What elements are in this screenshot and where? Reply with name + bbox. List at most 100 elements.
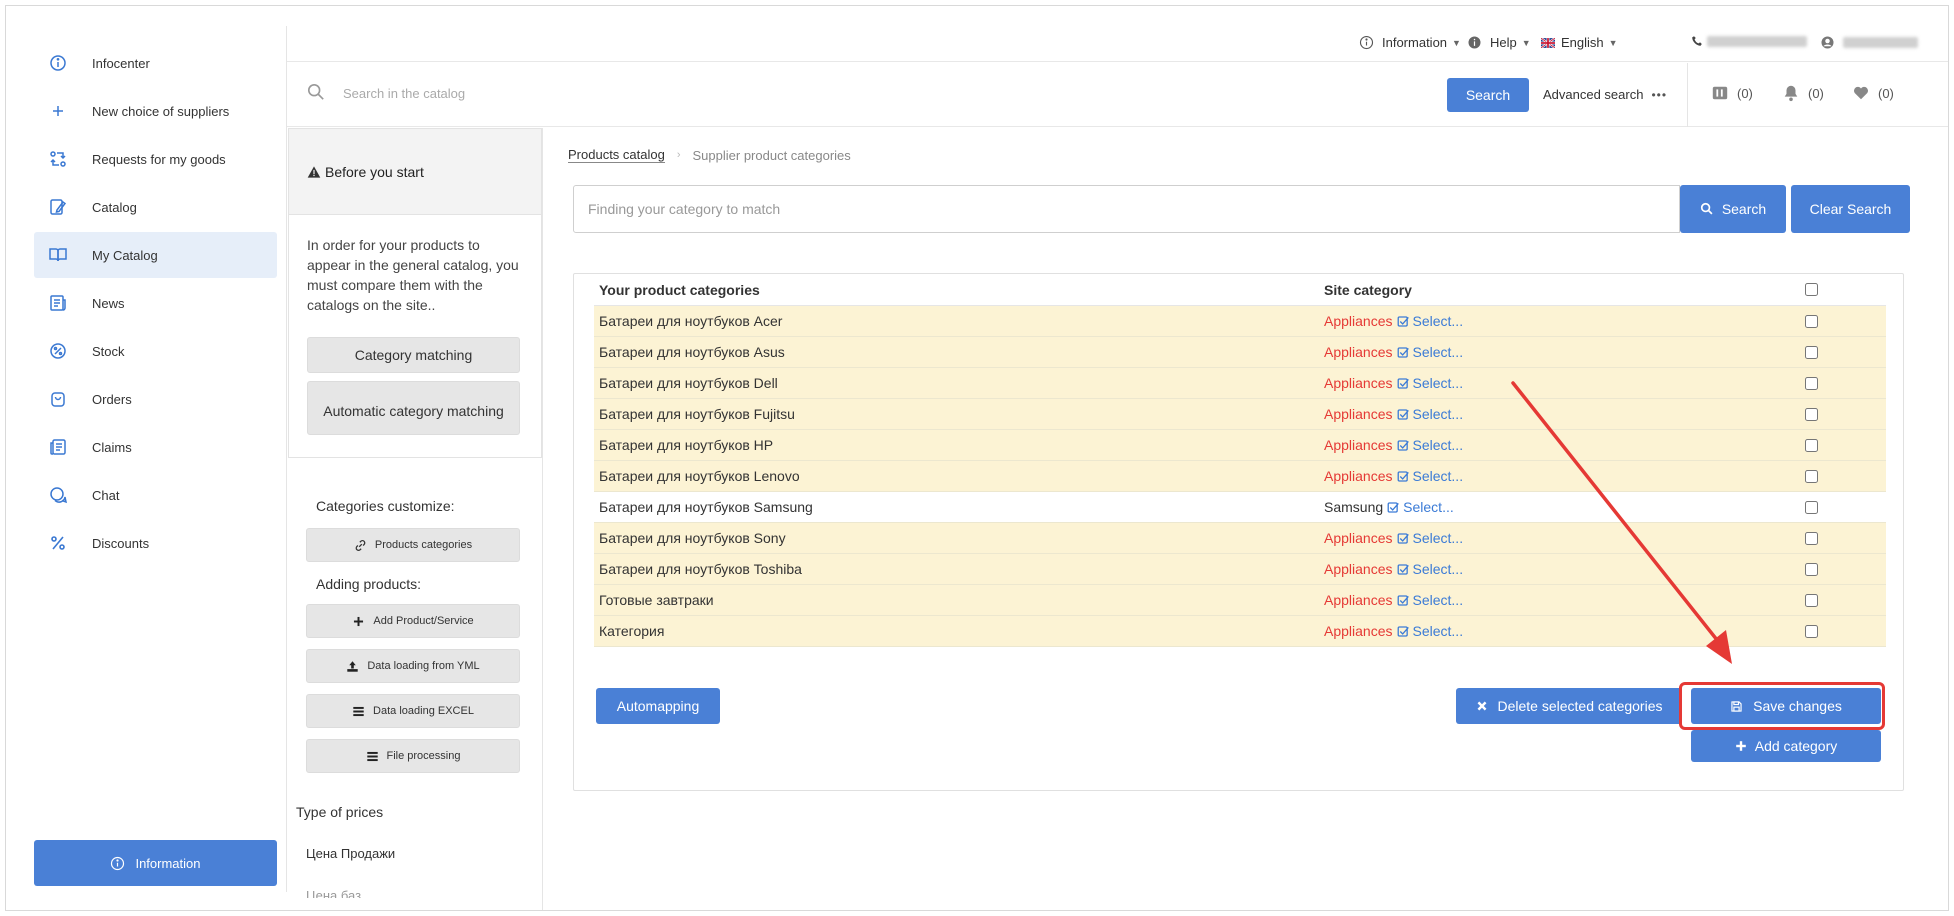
sidebar-item-news[interactable]: News bbox=[34, 280, 277, 326]
select-category-link[interactable]: Select... bbox=[1397, 623, 1463, 639]
list-icon bbox=[366, 751, 378, 761]
add-product-button[interactable]: Add Product/Service bbox=[306, 604, 520, 638]
help-menu[interactable]: Help ▼ bbox=[1467, 35, 1531, 50]
info-circle-icon bbox=[1359, 35, 1374, 50]
sidebar-item-stock[interactable]: Stock bbox=[34, 328, 277, 374]
information-menu[interactable]: Information ▼ bbox=[1359, 35, 1461, 50]
sidebar-item-chat[interactable]: Chat bbox=[34, 472, 277, 518]
sidebar-item-label: Requests for my goods bbox=[92, 151, 226, 167]
redacted-phone bbox=[1707, 35, 1807, 47]
add-category-button[interactable]: Add category bbox=[1691, 730, 1881, 762]
notifications-counter[interactable]: (0) bbox=[1782, 84, 1824, 102]
sidebar-item-claims[interactable]: Claims bbox=[34, 424, 277, 470]
sidebar-item-infocenter[interactable]: Infocenter bbox=[34, 40, 277, 86]
select-category-link[interactable]: Select... bbox=[1397, 468, 1464, 484]
row-checkbox[interactable] bbox=[1805, 345, 1818, 359]
category-name: Батареи для ноутбуков Asus bbox=[599, 344, 785, 360]
sidebar-item-discounts[interactable]: Discounts bbox=[34, 520, 277, 566]
info-circle-icon bbox=[111, 856, 125, 870]
sidebar-item-label: Catalog bbox=[92, 199, 137, 215]
site-category-value: Appliances bbox=[1324, 592, 1393, 608]
favorites-counter[interactable]: (0) bbox=[1852, 84, 1894, 102]
add-category-label: Add category bbox=[1754, 738, 1838, 754]
select-category-link[interactable]: Select... bbox=[1397, 406, 1464, 422]
compare-icon bbox=[1712, 86, 1728, 100]
information-button[interactable]: Information bbox=[34, 840, 277, 886]
catalog-search-button[interactable]: Search bbox=[1447, 78, 1529, 112]
main-content: Products catalog › Supplier product cate… bbox=[544, 128, 1948, 910]
bell-icon bbox=[1784, 85, 1798, 102]
category-search-input[interactable] bbox=[573, 185, 1680, 233]
categories-panel: Your product categories Site category Ба… bbox=[573, 273, 1904, 791]
clear-search-button[interactable]: Clear Search bbox=[1791, 185, 1910, 233]
row-checkbox[interactable] bbox=[1805, 593, 1818, 607]
select-category-link[interactable]: Select... bbox=[1387, 499, 1454, 515]
sidebar-item-label: Orders bbox=[92, 391, 132, 407]
select-label: Select... bbox=[1412, 530, 1464, 546]
row-checkbox[interactable] bbox=[1805, 531, 1818, 545]
before-you-start-text: In order for your products to appear in … bbox=[307, 237, 519, 313]
table-row: Батареи для ноутбуков Toshiba Appliances S… bbox=[594, 554, 1886, 585]
delete-selected-categories-button[interactable]: Delete selected categories bbox=[1456, 688, 1682, 724]
excel-loading-label: Data loading EXCEL bbox=[373, 705, 474, 717]
category-search-button[interactable]: Search bbox=[1680, 185, 1786, 233]
row-checkbox[interactable] bbox=[1805, 407, 1818, 421]
check-square-icon bbox=[1397, 625, 1409, 637]
sidebar-item-label: Chat bbox=[92, 487, 120, 503]
row-checkbox[interactable] bbox=[1805, 624, 1818, 638]
products-categories-button[interactable]: Products categories bbox=[306, 528, 520, 562]
book-icon bbox=[48, 245, 68, 265]
adding-products-label: Adding products: bbox=[316, 576, 422, 592]
select-category-link[interactable]: Select... bbox=[1397, 344, 1464, 360]
select-category-link[interactable]: Select... bbox=[1397, 561, 1463, 577]
select-category-link[interactable]: Select... bbox=[1397, 375, 1463, 391]
check-square-icon bbox=[1397, 563, 1409, 575]
redacted-username bbox=[1843, 37, 1918, 48]
site-category-cell: Appliances Select... bbox=[1324, 530, 1804, 546]
category-matching-button[interactable]: Category matching bbox=[307, 337, 520, 373]
advanced-search-link[interactable]: Advanced search ••• bbox=[1543, 87, 1667, 102]
chevron-down-icon: ▼ bbox=[1608, 37, 1618, 48]
select-category-link[interactable]: Select... bbox=[1397, 530, 1464, 546]
select-label: Select... bbox=[1412, 313, 1464, 329]
search-icon bbox=[1700, 202, 1713, 215]
plus-icon bbox=[1735, 741, 1746, 751]
row-checkbox[interactable] bbox=[1805, 562, 1818, 576]
select-all-checkbox[interactable] bbox=[1805, 283, 1818, 296]
row-checkbox[interactable] bbox=[1805, 469, 1818, 483]
select-label: Select... bbox=[1412, 468, 1464, 484]
sidebar-item-new-suppliers[interactable]: New choice of suppliers bbox=[34, 88, 277, 134]
catalog-search-input[interactable] bbox=[343, 82, 1143, 104]
price-type-item[interactable]: Цена Продажи bbox=[306, 846, 395, 861]
file-processing-button[interactable]: File processing bbox=[306, 739, 520, 773]
sidebar-item-requests[interactable]: Requests for my goods bbox=[34, 136, 277, 182]
user-menu[interactable] bbox=[1820, 35, 1918, 50]
sidebar-item-label: New choice of suppliers bbox=[92, 103, 230, 119]
excel-loading-button[interactable]: Data loading EXCEL bbox=[306, 694, 520, 728]
language-menu[interactable]: English ▼ bbox=[1541, 35, 1618, 50]
select-label: Select... bbox=[1412, 344, 1464, 360]
compare-counter[interactable]: (0) bbox=[1711, 84, 1753, 102]
sidebar-item-orders[interactable]: Orders bbox=[34, 376, 277, 422]
row-checkbox[interactable] bbox=[1805, 500, 1818, 514]
automatic-category-matching-button[interactable]: Automatic category matching bbox=[307, 381, 520, 435]
row-checkbox[interactable] bbox=[1805, 438, 1818, 452]
save-changes-button[interactable]: Save changes bbox=[1691, 688, 1881, 724]
category-name: Батареи для ноутбуков Fujitsu bbox=[599, 406, 795, 422]
row-checkbox[interactable] bbox=[1805, 376, 1818, 390]
sidebar-item-catalog[interactable]: Catalog bbox=[34, 184, 277, 230]
sidebar-item-my-catalog[interactable]: My Catalog bbox=[34, 232, 277, 278]
catalog-icon bbox=[48, 197, 68, 217]
select-label: Select... bbox=[1412, 406, 1464, 422]
site-category-value: Appliances bbox=[1324, 344, 1393, 360]
more-dots-icon: ••• bbox=[1651, 87, 1668, 102]
automapping-button[interactable]: Automapping bbox=[596, 688, 720, 724]
price-type-item[interactable]: Цена баз bbox=[306, 888, 361, 898]
breadcrumb-products-catalog[interactable]: Products catalog bbox=[568, 147, 665, 163]
select-category-link[interactable]: Select... bbox=[1397, 592, 1463, 608]
row-checkbox[interactable] bbox=[1805, 314, 1818, 328]
before-you-start-panel: Before you start In order for your produ… bbox=[288, 128, 542, 458]
select-category-link[interactable]: Select... bbox=[1397, 437, 1463, 453]
select-category-link[interactable]: Select... bbox=[1397, 313, 1464, 329]
yml-loading-button[interactable]: Data loading from YML bbox=[306, 649, 520, 683]
